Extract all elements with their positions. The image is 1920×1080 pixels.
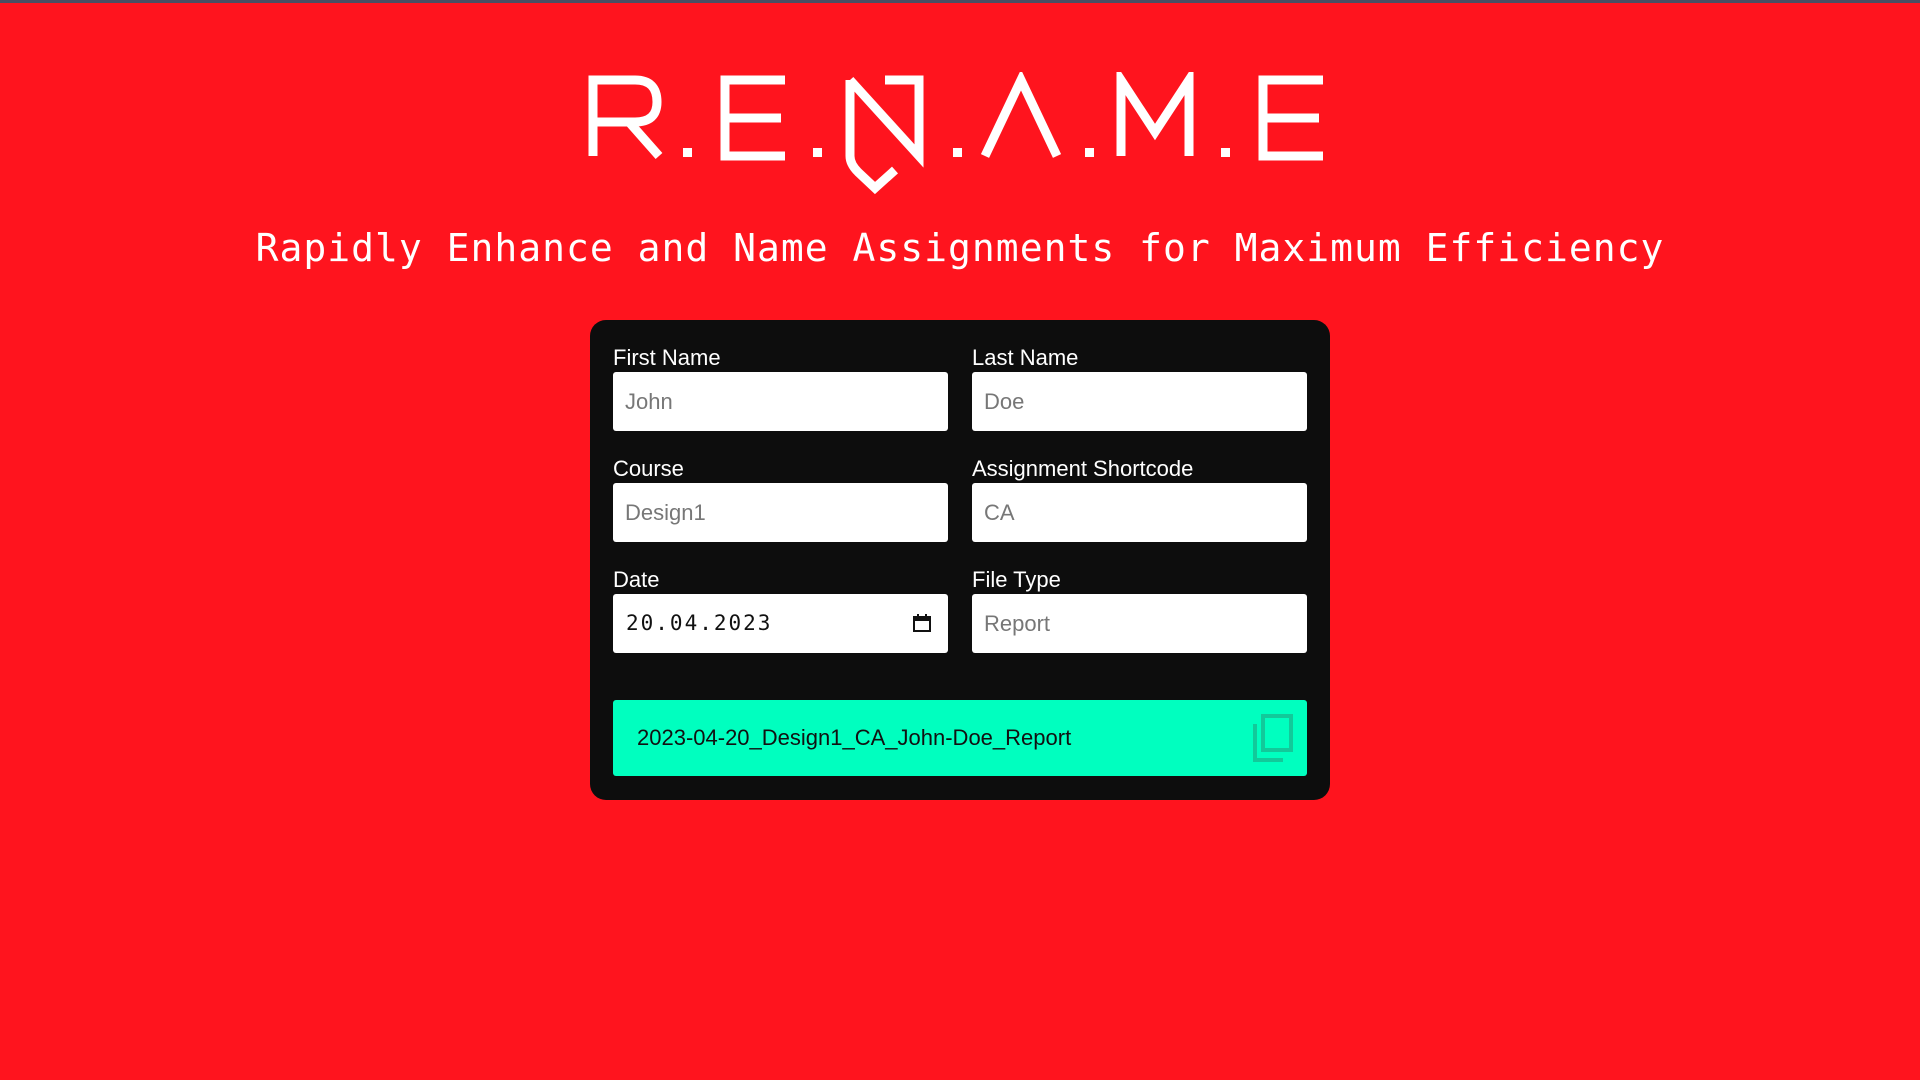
course-box bbox=[613, 483, 948, 542]
generated-filename[interactable]: 2023-04-20_Design1_CA_John-Doe_Report bbox=[637, 700, 1071, 776]
first-name-box bbox=[613, 372, 948, 431]
assignment-shortcode-field: Assignment Shortcode bbox=[972, 455, 1307, 542]
generated-filename-box[interactable]: 2023-04-20_Design1_CA_John-Doe_Report bbox=[613, 700, 1307, 776]
first-name-field: First Name bbox=[613, 344, 948, 431]
calendar-icon[interactable] bbox=[912, 613, 932, 633]
tagline: Rapidly Enhance and Name Assignments for… bbox=[255, 226, 1665, 270]
rename-form-panel: First Name Last Name Course Assignment S… bbox=[590, 320, 1330, 800]
date-label: Date bbox=[613, 567, 660, 592]
first-name-input[interactable] bbox=[613, 372, 948, 431]
last-name-input[interactable] bbox=[972, 372, 1307, 431]
last-name-label: Last Name bbox=[972, 345, 1079, 370]
course-label: Course bbox=[613, 456, 684, 481]
assignment-shortcode-input[interactable] bbox=[972, 483, 1307, 542]
top-border bbox=[0, 0, 1920, 3]
course-input[interactable] bbox=[613, 483, 948, 542]
last-name-field: Last Name bbox=[972, 344, 1307, 431]
first-name-label: First Name bbox=[613, 345, 721, 370]
course-field: Course bbox=[613, 455, 948, 542]
file-type-label: File Type bbox=[972, 567, 1061, 592]
date-field: Date 20.04.2023 bbox=[613, 566, 948, 653]
rename-logo bbox=[588, 72, 1323, 195]
date-input[interactable]: 20.04.2023 bbox=[613, 594, 948, 653]
copy-icon[interactable] bbox=[1249, 712, 1295, 764]
assignment-shortcode-label: Assignment Shortcode bbox=[972, 456, 1194, 481]
file-type-field: File Type bbox=[972, 566, 1307, 653]
assignment-shortcode-box bbox=[972, 483, 1307, 542]
file-type-box bbox=[972, 594, 1307, 653]
last-name-box bbox=[972, 372, 1307, 431]
date-value: 20.04.2023 bbox=[626, 611, 773, 635]
file-type-input[interactable] bbox=[972, 594, 1307, 653]
